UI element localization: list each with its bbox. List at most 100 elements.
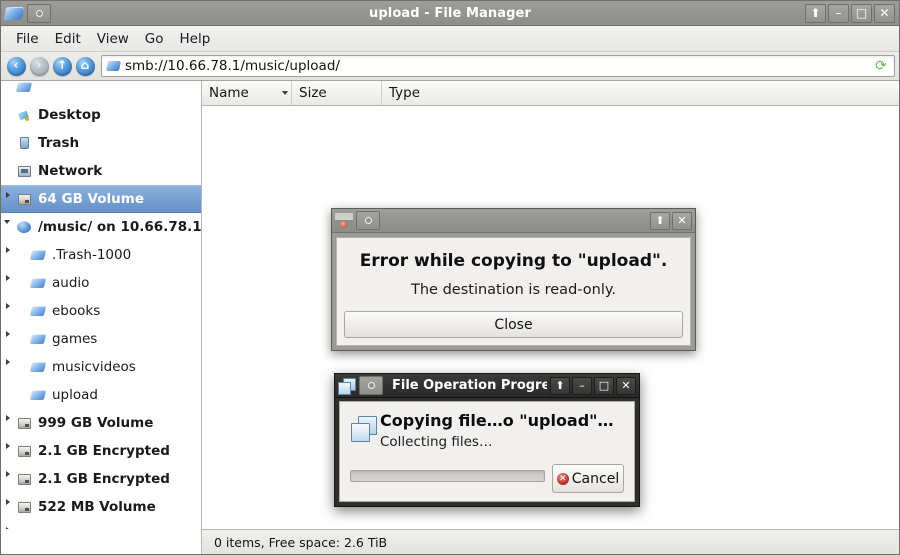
sidebar-item-label: 522 MB Volume bbox=[38, 499, 156, 515]
cancel-button[interactable]: ✕ Cancel bbox=[552, 464, 624, 493]
error-dialog-titlebar[interactable]: ⬆ ✕ bbox=[332, 209, 695, 233]
sidebar-item-522-mb-volume[interactable]: 522 MB Volume bbox=[1, 493, 201, 521]
error-dialog: ⬆ ✕ Error while copying to "upload". The… bbox=[331, 208, 696, 351]
back-button[interactable]: ‹ bbox=[5, 55, 27, 77]
sidebar-item-desktop[interactable]: Desktop bbox=[1, 101, 201, 129]
sidebar-item-upload[interactable]: upload bbox=[1, 381, 201, 409]
expander-closed-icon[interactable] bbox=[3, 521, 15, 529]
sidebar-item-network[interactable]: Network bbox=[1, 157, 201, 185]
sidebar-item-label: /music/ on 10.66.78.1 bbox=[38, 219, 202, 235]
drive-icon bbox=[15, 445, 33, 457]
expander-closed-icon[interactable] bbox=[3, 186, 15, 212]
sidebar-item-partial[interactable] bbox=[1, 81, 201, 101]
status-row: 0 items, Free space: 2.6 TiB bbox=[1, 529, 899, 554]
menu-edit[interactable]: Edit bbox=[48, 28, 88, 50]
expander-closed-icon[interactable] bbox=[3, 493, 15, 521]
expander-spacer bbox=[3, 101, 15, 129]
sidebar-item-trash-1000[interactable]: .Trash-1000 bbox=[1, 241, 201, 269]
close-button[interactable]: ✕ bbox=[874, 3, 895, 23]
sidebar-item-label: 2.1 GB Encrypted bbox=[38, 443, 170, 459]
reload-icon[interactable]: ⟳ bbox=[874, 59, 888, 73]
expander-closed-icon[interactable] bbox=[3, 465, 15, 493]
column-header-type[interactable]: Type bbox=[382, 81, 899, 105]
menu-file[interactable]: File bbox=[9, 28, 46, 50]
trash-icon bbox=[15, 137, 33, 149]
folder-icon bbox=[29, 334, 47, 344]
column-header-size[interactable]: Size bbox=[292, 81, 382, 105]
folder-icon bbox=[29, 362, 47, 372]
sidebar-item-label: Desktop bbox=[38, 107, 101, 123]
window-menu-button[interactable] bbox=[27, 3, 51, 23]
menu-view[interactable]: View bbox=[90, 28, 136, 50]
expander-closed-icon[interactable] bbox=[3, 437, 15, 465]
error-secondary-text: The destination is read-only. bbox=[411, 282, 616, 298]
error-close-button[interactable]: ✕ bbox=[672, 211, 692, 230]
sidebar-item-label: audio bbox=[52, 275, 90, 291]
sidebar-item-trash[interactable]: Trash bbox=[1, 129, 201, 157]
error-icon bbox=[335, 213, 353, 228]
places-sidebar: Desktop Trash Network 64 GB Volume/music/ o… bbox=[1, 81, 202, 529]
progress-maximize-button[interactable]: □ bbox=[594, 376, 614, 395]
expander-spacer bbox=[3, 81, 15, 101]
close-dialog-button[interactable]: Close bbox=[344, 311, 683, 338]
menu-go[interactable]: Go bbox=[138, 28, 171, 50]
sidebar-item-content: upload bbox=[15, 387, 201, 403]
expander-spacer bbox=[3, 129, 15, 157]
sidebar-item-2-1-gb-encrypted[interactable]: 2.1 GB Encrypted bbox=[1, 465, 201, 493]
sidebar-item-musicvideos[interactable]: musicvideos bbox=[1, 353, 201, 381]
expander-closed-icon[interactable] bbox=[3, 241, 15, 269]
up-button[interactable]: ↑ bbox=[51, 55, 73, 77]
progress-minimize-button[interactable]: – bbox=[572, 376, 592, 395]
maximize-button[interactable]: □ bbox=[851, 3, 872, 23]
sidebar-item-999-gb-volume[interactable]: 999 GB Volume bbox=[1, 409, 201, 437]
sidebar-item-music-on-10-66-78-1[interactable]: /music/ on 10.66.78.1 bbox=[1, 213, 201, 241]
progress-dialog-controls: ⬆ – □ ✕ bbox=[550, 376, 639, 395]
progress-dialog-menu-button[interactable] bbox=[359, 376, 383, 395]
progress-dialog-titlebar[interactable]: File Operation Progre ⬆ – □ ✕ bbox=[335, 374, 639, 398]
expander-spacer bbox=[3, 157, 15, 185]
expander-closed-icon[interactable] bbox=[3, 409, 15, 437]
sidebar-item-content: Desktop bbox=[15, 107, 201, 123]
minimize-button[interactable]: – bbox=[828, 3, 849, 23]
menu-help[interactable]: Help bbox=[173, 28, 218, 50]
progress-shade-button[interactable]: ⬆ bbox=[550, 376, 570, 395]
progress-close-button[interactable]: ✕ bbox=[616, 376, 636, 395]
desktop-icon bbox=[15, 109, 33, 121]
shade-button[interactable]: ⬆ bbox=[805, 3, 826, 23]
error-shade-button[interactable]: ⬆ bbox=[650, 211, 670, 230]
expander-closed-icon[interactable] bbox=[3, 353, 15, 381]
file-operation-progress-dialog: File Operation Progre ⬆ – □ ✕ Copying fi… bbox=[334, 373, 640, 507]
copy-large-icon bbox=[350, 416, 380, 446]
folder-icon bbox=[3, 5, 25, 22]
up-arrow-icon: ↑ bbox=[52, 56, 72, 76]
sidebar-item-2-1-gb-encrypted[interactable]: 2.1 GB Encrypted bbox=[1, 437, 201, 465]
sidebar-item-ebooks[interactable]: ebooks bbox=[1, 297, 201, 325]
statusbar: 0 items, Free space: 2.6 TiB bbox=[202, 529, 899, 554]
sidebar-item-label: Network bbox=[38, 163, 103, 179]
sidebar-item-content: audio bbox=[15, 275, 201, 291]
progress-text-group: Copying file…o "upload"… Collecting file… bbox=[380, 411, 624, 450]
sidebar-item-audio[interactable]: audio bbox=[1, 269, 201, 297]
sidebar-item-file-system[interactable]: File System bbox=[1, 521, 201, 529]
error-dialog-menu-button[interactable] bbox=[356, 211, 380, 230]
home-button[interactable]: ⌂ bbox=[74, 55, 96, 77]
sidebar-item-label: 999 GB Volume bbox=[38, 415, 154, 431]
sidebar-item-content: ebooks bbox=[15, 303, 201, 319]
expander-closed-icon[interactable] bbox=[3, 325, 15, 353]
forward-button[interactable]: › bbox=[28, 55, 50, 77]
smb-share-icon bbox=[15, 221, 33, 233]
network-icon bbox=[15, 165, 33, 177]
sidebar-item-games[interactable]: games bbox=[1, 325, 201, 353]
column-header-name[interactable]: Name bbox=[202, 81, 292, 105]
progress-dialog-body: Copying file…o "upload"… Collecting file… bbox=[339, 401, 635, 502]
sidebar-item-content: 522 MB Volume bbox=[15, 499, 201, 515]
expander-closed-icon[interactable] bbox=[3, 297, 15, 325]
cancel-button-label: Cancel bbox=[571, 470, 620, 487]
forward-arrow-icon: › bbox=[29, 56, 49, 76]
sidebar-item-64-gb-volume[interactable]: 64 GB Volume bbox=[1, 185, 201, 213]
path-entry[interactable]: smb://10.66.78.1/music/upload/ ⟳ bbox=[101, 55, 895, 77]
window-titlebar[interactable]: upload - File Manager ⬆ – □ ✕ bbox=[1, 1, 899, 26]
expander-open-icon[interactable] bbox=[3, 213, 15, 241]
expander-closed-icon[interactable] bbox=[3, 269, 15, 297]
expander-spacer bbox=[3, 381, 15, 409]
